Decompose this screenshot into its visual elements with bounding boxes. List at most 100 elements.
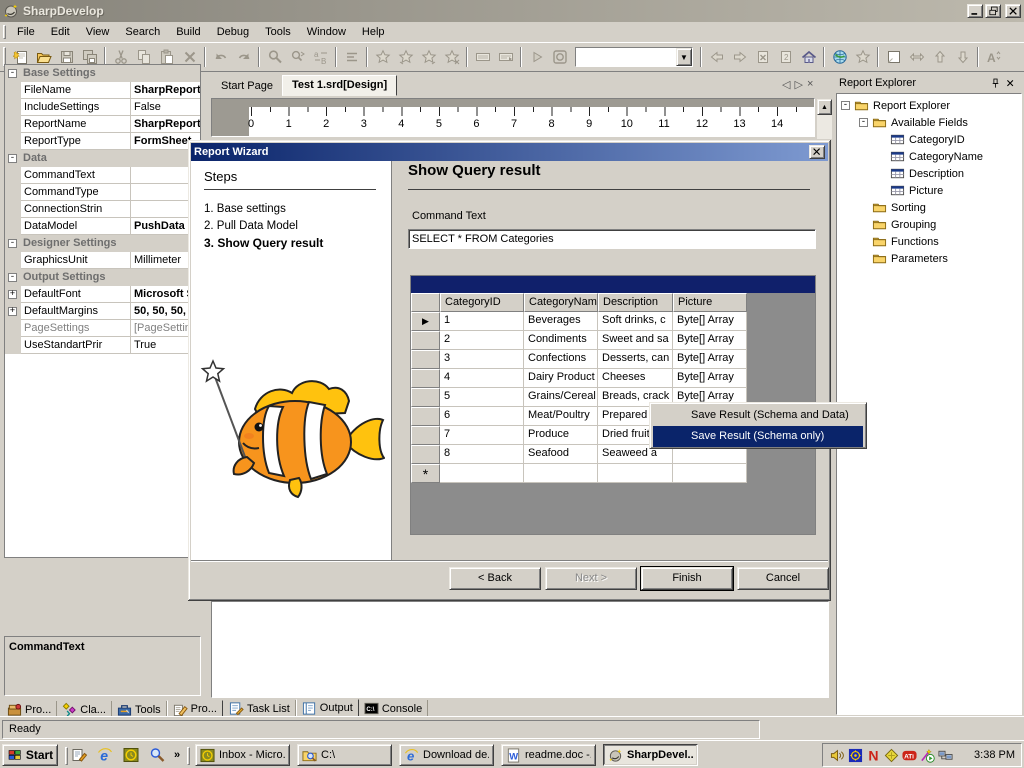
expand-icon[interactable]: +	[5, 286, 21, 303]
table-row[interactable]: 4Dairy ProductCheesesByte[] Array	[411, 369, 815, 388]
task-button-sharpdevel-[interactable]: SharpDevel...	[603, 744, 698, 766]
macro-play-button[interactable]	[494, 46, 517, 68]
row-selector[interactable]	[411, 388, 440, 407]
context-menu-item-schema-only[interactable]: Save Result (Schema only)	[653, 426, 863, 447]
table-row[interactable]: ▶1BeveragesSoft drinks, cByte[] Array	[411, 312, 815, 331]
property-label[interactable]: CommandText	[21, 167, 131, 184]
property-row[interactable]: ReportTypeFormSheet	[5, 133, 200, 150]
property-label[interactable]: PageSettings	[21, 320, 131, 337]
table-cell[interactable]: Byte[] Array	[673, 350, 747, 369]
tree-item-picture[interactable]: Picture	[837, 182, 1021, 199]
menu-edit[interactable]: Edit	[43, 24, 78, 41]
table-cell[interactable]: 6	[440, 407, 524, 426]
stop-button[interactable]	[548, 46, 571, 68]
bookmark-prev-button[interactable]	[394, 46, 417, 68]
tab-scroll-right-icon[interactable]: ▷	[794, 78, 802, 91]
row-selector[interactable]	[411, 445, 440, 464]
property-value[interactable]: False	[131, 99, 200, 116]
property-category[interactable]: -Base Settings	[5, 65, 200, 82]
menu-view[interactable]: View	[78, 24, 118, 41]
new-row[interactable]: *	[411, 464, 815, 483]
property-label[interactable]: IncludeSettings	[21, 99, 131, 116]
internet-explorer-button[interactable]: e	[94, 745, 116, 765]
box-button[interactable]	[882, 46, 905, 68]
menu-search[interactable]: Search	[117, 24, 168, 41]
ati-icon[interactable]: ATi	[901, 747, 918, 763]
table-cell[interactable]: Grains/Cereal	[524, 388, 598, 407]
table-row[interactable]: 3ConfectionsDesserts, canByte[] Array	[411, 350, 815, 369]
row-selector[interactable]	[411, 369, 440, 388]
property-category[interactable]: -Data	[5, 150, 200, 167]
table-cell[interactable]: Sweet and sa	[598, 331, 673, 350]
tree-item-categoryname[interactable]: CategoryName	[837, 148, 1021, 165]
collapse-icon[interactable]: -	[5, 150, 21, 167]
bookmark-next-button[interactable]	[417, 46, 440, 68]
property-label[interactable]: DefaultMargins	[21, 303, 131, 320]
table-cell[interactable]: Seafood	[524, 445, 598, 464]
context-menu-item-schema-and-data[interactable]: Save Result (Schema and Data)	[653, 405, 863, 426]
finish-button[interactable]: Finish	[641, 567, 733, 590]
property-row[interactable]: UseStandartPrirTrue	[5, 337, 200, 354]
table-cell[interactable]	[598, 464, 673, 483]
star-button[interactable]	[851, 46, 874, 68]
tree-item-grouping[interactable]: Grouping	[837, 216, 1021, 233]
property-row[interactable]: PageSettings[PageSettings: Col	[5, 320, 200, 337]
expand-icon[interactable]: +	[5, 303, 21, 320]
property-row[interactable]: GraphicsUnitMillimeter	[5, 252, 200, 269]
redo-button[interactable]	[232, 46, 255, 68]
property-category[interactable]: -Output Settings	[5, 269, 200, 286]
switch-doc-button[interactable]: 2	[774, 46, 797, 68]
menu-tools[interactable]: Tools	[257, 24, 299, 41]
pin-icon[interactable]	[988, 76, 1003, 90]
table-cell[interactable]	[524, 464, 598, 483]
outlook-button[interactable]	[120, 745, 142, 765]
designer-vertical-scrollbar[interactable]: ▲	[817, 99, 832, 139]
table-cell[interactable]: Beverages	[524, 312, 598, 331]
scroll-up-icon[interactable]: ▲	[817, 99, 832, 115]
browser-button[interactable]	[828, 46, 851, 68]
back-button[interactable]: < Back	[449, 567, 541, 590]
property-row[interactable]: FileNameSharpReport1.sr	[5, 82, 200, 99]
property-row[interactable]: CommandType	[5, 184, 200, 201]
property-value[interactable]: SharpReport1	[131, 116, 200, 133]
column-header-picture[interactable]: Picture	[673, 293, 747, 312]
new-row-selector[interactable]: *	[411, 464, 440, 483]
toolbar-combobox[interactable]: ▼	[575, 47, 693, 67]
table-cell[interactable]: Soft drinks, c	[598, 312, 673, 331]
find-in-files-button[interactable]	[286, 46, 309, 68]
table-cell[interactable]: Byte[] Array	[673, 369, 747, 388]
menu-window[interactable]: Window	[299, 24, 354, 41]
h-arrows-button[interactable]	[905, 46, 928, 68]
scrollbar-track[interactable]	[817, 115, 832, 139]
table-cell[interactable]: 3	[440, 350, 524, 369]
property-row[interactable]: CommandText	[5, 167, 200, 184]
menu-debug[interactable]: Debug	[209, 24, 257, 41]
table-cell[interactable]: 7	[440, 426, 524, 445]
start-button[interactable]: Start	[2, 744, 58, 766]
property-label[interactable]: ConnectionStrin	[21, 201, 131, 218]
property-row[interactable]: DataModelPushData	[5, 218, 200, 235]
tab-console[interactable]: C:\Console	[359, 700, 428, 717]
close-doc-button[interactable]	[751, 46, 774, 68]
property-value[interactable]: SharpReport1.sr	[131, 82, 200, 99]
restore-button[interactable]	[985, 4, 1001, 18]
tree-item-functions[interactable]: Functions	[837, 233, 1021, 250]
home-button[interactable]	[797, 46, 820, 68]
property-label[interactable]: ReportName	[21, 116, 131, 133]
table-cell[interactable]: Byte[] Array	[673, 312, 747, 331]
row-selector[interactable]: ▶	[411, 312, 440, 331]
table-cell[interactable]: Desserts, can	[598, 350, 673, 369]
table-cell[interactable]: Produce	[524, 426, 598, 445]
command-text-input[interactable]	[408, 229, 816, 249]
table-cell[interactable]: Byte[] Array	[673, 331, 747, 350]
bookmark-clear-button[interactable]	[440, 46, 463, 68]
row-selector[interactable]	[411, 407, 440, 426]
table-cell[interactable]: 5	[440, 388, 524, 407]
table-cell[interactable]	[673, 464, 747, 483]
tree-expander-icon[interactable]: -	[841, 101, 850, 110]
property-label[interactable]: FileName	[21, 82, 131, 99]
tab-start-page[interactable]: Start Page	[212, 77, 282, 96]
search-button[interactable]	[146, 745, 168, 765]
column-header-categoryid[interactable]: CategoryID	[440, 293, 524, 312]
nav-back-button[interactable]	[705, 46, 728, 68]
